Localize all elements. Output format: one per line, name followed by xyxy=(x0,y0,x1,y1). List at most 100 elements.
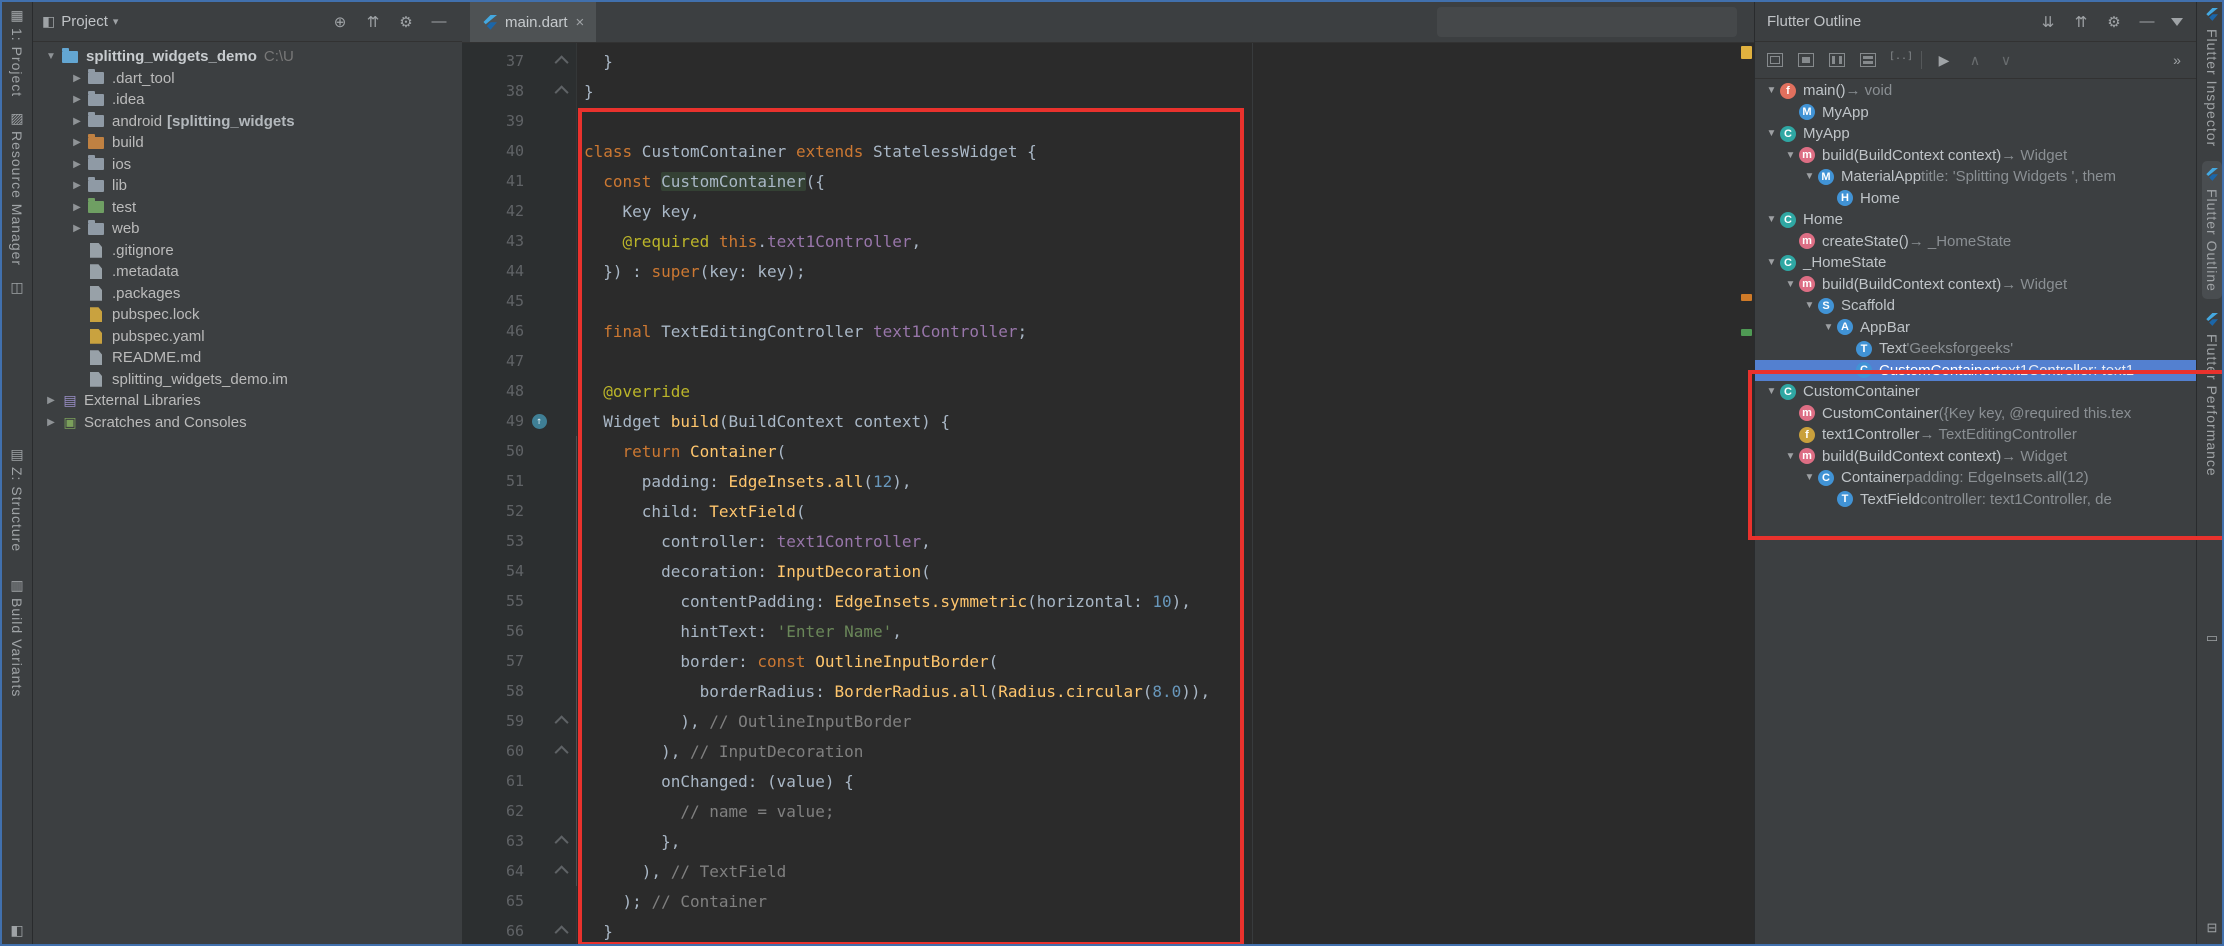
change-mark[interactable] xyxy=(1741,329,1752,336)
code-line[interactable]: 60 ), // InputDecoration xyxy=(462,736,1739,766)
project-tree-row[interactable]: README.md xyxy=(32,347,462,369)
fold-up-icon[interactable] xyxy=(554,745,569,760)
code-line[interactable]: 53 controller: text1Controller, xyxy=(462,526,1739,556)
fold-up-icon[interactable] xyxy=(554,925,569,940)
code-line[interactable]: 54 decoration: InputDecoration( xyxy=(462,556,1739,586)
expand-arrow-icon[interactable]: ▶ xyxy=(68,73,86,84)
code-line[interactable]: 41 const CustomContainer({ xyxy=(462,166,1739,196)
outline-tree-row[interactable]: ▼ C MyApp xyxy=(1755,123,2197,145)
code-line[interactable]: 37 } xyxy=(462,46,1739,76)
settings-icon[interactable]: ⚙ xyxy=(2105,13,2123,31)
expand-arrow-icon[interactable]: ▶ xyxy=(68,159,86,170)
fold-up-icon[interactable] xyxy=(554,835,569,850)
override-gutter-icon[interactable]: ↑ xyxy=(531,413,547,429)
outline-tree-row[interactable]: m CustomContainer ({Key key, @required thi… xyxy=(1755,403,2197,425)
tool-flutter-performance-button[interactable]: Flutter Performance xyxy=(2204,313,2220,477)
project-tree-row[interactable]: ▶ web xyxy=(32,218,462,240)
extract-widget-icon[interactable]: ▶ xyxy=(1932,48,1956,72)
code-line[interactable]: 65 ); // Container xyxy=(462,886,1739,916)
project-tree-row[interactable]: .gitignore xyxy=(32,240,462,262)
code-line[interactable]: 50 return Container( xyxy=(462,436,1739,466)
outline-tree-row[interactable]: T Text 'Geeksforgeeks' xyxy=(1755,338,2197,360)
expand-arrow-icon[interactable]: ▶ xyxy=(68,180,86,191)
code-area[interactable]: 37 } 38} 39 40 class CustomContainer extends… xyxy=(462,43,1739,944)
fold-up-icon[interactable] xyxy=(554,865,569,880)
collapse-arrow-icon[interactable]: ▼ xyxy=(1763,85,1780,96)
outline-tree-row[interactable]: ▼ m build(BuildContext context) → Widget xyxy=(1755,145,2197,167)
code-line[interactable]: 42 Key key, xyxy=(462,196,1739,226)
code-line[interactable]: 55 contentPadding: EdgeInsets.symmetric(… xyxy=(462,586,1739,616)
collapse-arrow-icon[interactable]: ▼ xyxy=(1763,214,1780,225)
project-tree-row[interactable]: pubspec.lock xyxy=(32,304,462,326)
wrap-with-padding-icon[interactable] xyxy=(1794,48,1818,72)
code-line[interactable]: 47 xyxy=(462,346,1739,376)
code-line[interactable]: 52 child: TextField( xyxy=(462,496,1739,526)
warning-mark[interactable] xyxy=(1741,294,1752,301)
project-tree-row[interactable]: ▶ .dart_tool xyxy=(32,68,462,90)
filter-icon[interactable] xyxy=(2171,17,2183,26)
center-widget-icon[interactable] xyxy=(1763,48,1787,72)
outline-tree-row[interactable]: ▼ m build(BuildContext context) → Widget xyxy=(1755,274,2197,296)
project-tree-row[interactable]: ▶ ios xyxy=(32,154,462,176)
hide-panel-icon[interactable]: — xyxy=(2138,13,2156,30)
project-tree-row[interactable]: splitting_widgets_demo.im xyxy=(32,369,462,391)
outline-tree-row[interactable]: ▼ A AppBar xyxy=(1755,317,2197,339)
locate-file-icon[interactable]: ⊕ xyxy=(331,13,349,31)
code-line[interactable]: 49 ↑ Widget build(BuildContext context) { xyxy=(462,406,1739,436)
project-tree-row[interactable]: ▶ ▣ Scratches and Consoles xyxy=(32,412,462,434)
code-line[interactable]: 39 xyxy=(462,106,1739,136)
collapse-arrow-icon[interactable]: ▼ xyxy=(1782,451,1799,462)
outline-tree-row[interactable]: ▼ C Container padding: EdgeInsets.all(12) xyxy=(1755,467,2197,489)
wrap-with-list-icon[interactable] xyxy=(1887,48,1913,72)
project-tree-row[interactable]: pubspec.yaml xyxy=(32,326,462,348)
outline-tree-row[interactable]: m createState() → _HomeState xyxy=(1755,231,2197,253)
project-tree-row[interactable]: ▶ build xyxy=(32,132,462,154)
project-tree-row[interactable]: ▶ android [splitting_widgets xyxy=(32,111,462,133)
code-line[interactable]: 64 ), // TextField xyxy=(462,856,1739,886)
outline-tree-row[interactable]: C CustomContainer text1Controller: text1 xyxy=(1755,359,2197,381)
hide-panel-icon[interactable]: — xyxy=(430,13,448,30)
collapse-all-icon[interactable]: ⇈ xyxy=(2072,13,2090,31)
tab-main-dart[interactable]: main.dart × xyxy=(470,2,597,42)
code-line[interactable]: 38} xyxy=(462,76,1739,106)
code-line[interactable]: 62 // name = value; xyxy=(462,796,1739,826)
overflow-icon[interactable]: » xyxy=(2165,48,2189,72)
code-line[interactable]: 43 @required this.text1Controller, xyxy=(462,226,1739,256)
project-tree-row[interactable]: .metadata xyxy=(32,261,462,283)
fold-up-icon[interactable] xyxy=(554,715,569,730)
wrap-with-row-icon[interactable] xyxy=(1856,48,1880,72)
expand-arrow-icon[interactable]: ▶ xyxy=(68,116,86,127)
code-line[interactable]: 59 ), // OutlineInputBorder xyxy=(462,706,1739,736)
outline-tree-row[interactable]: ▼ S Scaffold xyxy=(1755,295,2197,317)
close-tab-icon[interactable]: × xyxy=(576,14,585,31)
warnings-indicator[interactable] xyxy=(1741,46,1752,59)
collapse-arrow-icon[interactable]: ▼ xyxy=(1801,171,1818,182)
expand-arrow-icon[interactable]: ▶ xyxy=(42,395,60,406)
code-line[interactable]: 40 class CustomContainer extends Stateles… xyxy=(462,136,1739,166)
collapse-arrow-icon[interactable]: ▼ xyxy=(1763,386,1780,397)
outline-tree-row[interactable]: ▼ M MaterialApp title: 'Splitting Widgets … xyxy=(1755,166,2197,188)
expand-all-icon[interactable]: ⇊ xyxy=(2039,13,2057,31)
collapse-arrow-icon[interactable]: ▼ xyxy=(1763,128,1780,139)
collapse-arrow-icon[interactable]: ▼ xyxy=(1763,257,1780,268)
wrap-with-column-icon[interactable] xyxy=(1825,48,1849,72)
outline-tree-row[interactable]: ▼ C Home xyxy=(1755,209,2197,231)
tool-resource-manager-button[interactable]: ▨ Resource Manager xyxy=(9,111,25,266)
expand-arrow-icon[interactable]: ▶ xyxy=(42,417,60,428)
code-line[interactable]: 66 } xyxy=(462,916,1739,944)
vcs-commit-icon[interactable]: ◫ xyxy=(10,280,23,294)
collapse-arrow-icon[interactable]: ▼ xyxy=(1820,322,1837,333)
outline-tree-row[interactable]: f text1Controller → TextEditingController xyxy=(1755,424,2197,446)
expand-arrow-icon[interactable]: ▶ xyxy=(68,223,86,234)
tool-flutter-outline-button[interactable]: Flutter Outline xyxy=(2202,161,2222,300)
collapse-arrow-icon[interactable]: ▼ xyxy=(1801,472,1818,483)
code-line[interactable]: 61 onChanged: (value) { xyxy=(462,766,1739,796)
collapse-all-icon[interactable]: ⇈ xyxy=(364,13,382,31)
code-line[interactable]: 46 final TextEditingController text1Cont… xyxy=(462,316,1739,346)
outline-tree-row[interactable]: ▼ m build(BuildContext context) → Widget xyxy=(1755,446,2197,468)
code-line[interactable]: 45 xyxy=(462,286,1739,316)
fold-up-icon[interactable] xyxy=(554,55,569,70)
fold-up-icon[interactable] xyxy=(554,85,569,100)
outline-tree-row[interactable]: H Home xyxy=(1755,188,2197,210)
expand-arrow-icon[interactable]: ▶ xyxy=(68,137,86,148)
